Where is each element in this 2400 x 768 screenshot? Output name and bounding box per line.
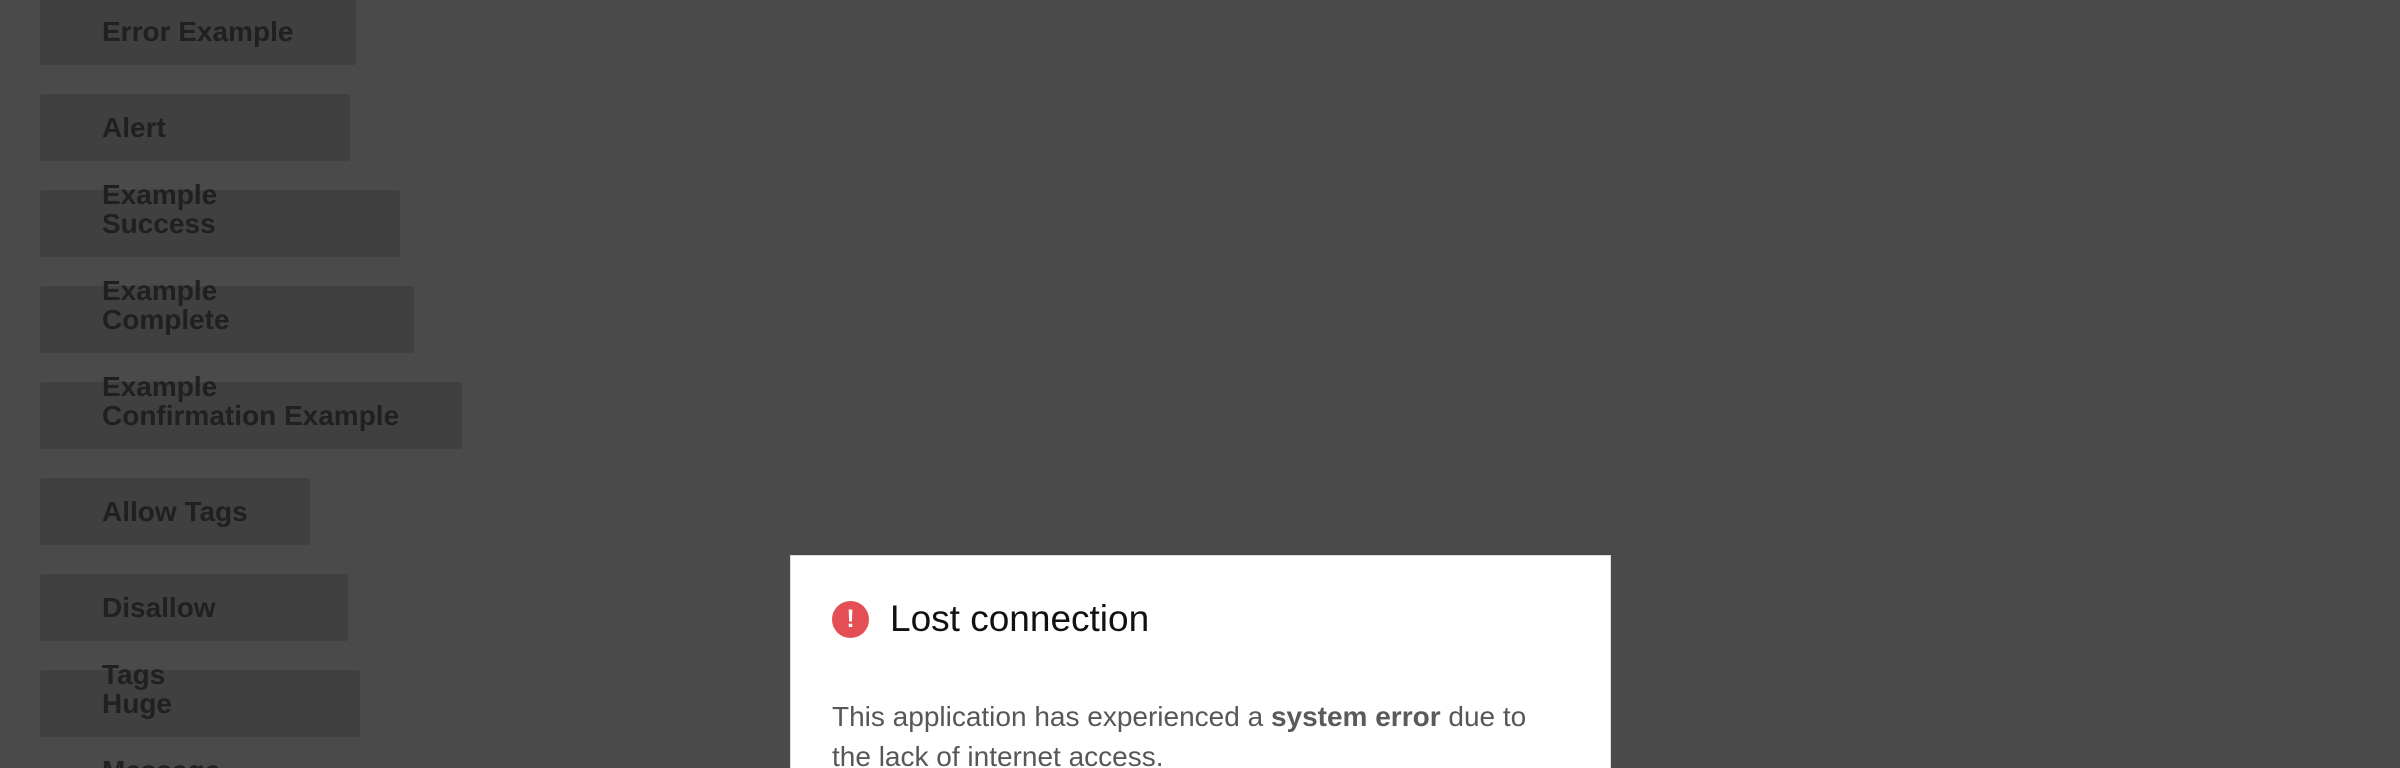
example-button-list: Error Example Alert Example Success Exam… [40, 0, 560, 768]
success-example-button[interactable]: Success Example [40, 190, 400, 306]
error-modal-dialog: ! Lost connection This application has e… [790, 555, 1611, 768]
disallow-tags-button[interactable]: Disallow Tags [40, 574, 348, 690]
modal-title: Lost connection [890, 598, 1150, 639]
confirmation-example-button[interactable]: Confirmation Example [40, 382, 462, 449]
message-bold-text: system error [1270, 701, 1441, 732]
message-text-before: This application has experienced a [832, 701, 1271, 732]
modal-message: This application has experienced a syste… [832, 697, 1552, 768]
modal-header: ! Lost connection [832, 599, 1149, 639]
error-exclamation-icon: ! [832, 600, 869, 638]
allow-tags-button[interactable]: Allow Tags [40, 478, 310, 545]
huge-message-button[interactable]: Huge Message [40, 670, 360, 768]
error-example-button[interactable]: Error Example [40, 0, 356, 65]
alert-demo-page: Error Example Alert Example Success Exam… [0, 0, 2400, 768]
alert-example-button[interactable]: Alert Example [40, 94, 350, 210]
complete-example-button[interactable]: Complete Example [40, 286, 414, 402]
error-icon-glyph: ! [846, 604, 855, 633]
